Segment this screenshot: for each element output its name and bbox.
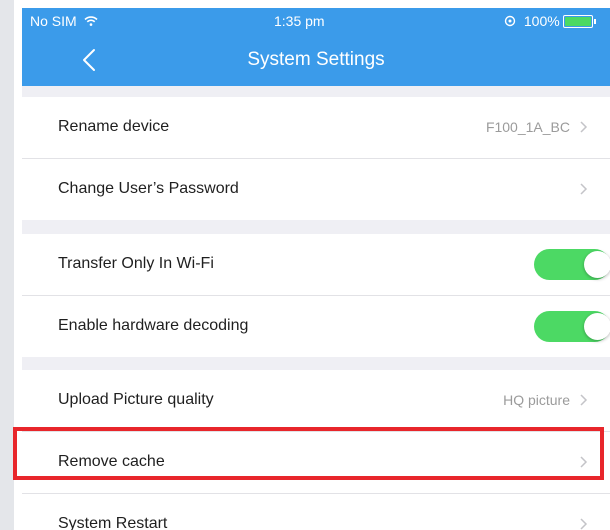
row-label: Change User’s Password xyxy=(58,180,239,197)
chevron-right-icon xyxy=(580,518,588,530)
hardware-decoding-toggle[interactable] xyxy=(534,311,610,342)
settings-group-storage: Upload Picture quality HQ picture Remove… xyxy=(22,370,610,530)
settings-row-change-password[interactable]: Change User’s Password xyxy=(22,159,610,220)
row-label: Enable hardware decoding xyxy=(58,317,249,334)
wifi-only-toggle[interactable] xyxy=(534,249,610,280)
row-value: HQ picture xyxy=(503,392,570,408)
row-label: Upload Picture quality xyxy=(58,391,214,408)
app-left-edge xyxy=(0,0,14,530)
toggle-knob xyxy=(584,251,610,278)
battery-fill xyxy=(565,17,591,26)
carrier-status: No SIM xyxy=(30,13,98,29)
carrier-label: No SIM xyxy=(30,13,77,29)
nav-bar: System Settings xyxy=(22,34,610,86)
settings-row-wifi-only: Transfer Only In Wi-Fi xyxy=(22,234,610,296)
row-label: Rename device xyxy=(58,118,170,135)
settings-group-transfer: Transfer Only In Wi-Fi Enable hardware d… xyxy=(22,234,610,357)
page-title: System Settings xyxy=(247,49,385,70)
settings-row-hardware-decoding: Enable hardware decoding xyxy=(22,296,610,357)
battery-tip xyxy=(594,19,596,24)
status-bar: No SIM 1:35 pm 100% xyxy=(22,8,610,34)
settings-row-picture-quality[interactable]: Upload Picture quality HQ picture xyxy=(22,370,610,432)
chevron-right-icon xyxy=(580,121,588,133)
settings-group-device: Rename device F100_1A_BC Change User’s P… xyxy=(22,97,610,220)
battery-percent: 100% xyxy=(523,13,560,29)
settings-row-rename-device[interactable]: Rename device F100_1A_BC xyxy=(22,97,610,159)
chevron-right-icon xyxy=(580,456,588,468)
wifi-icon xyxy=(84,16,98,26)
row-label: System Restart xyxy=(58,515,168,530)
settings-row-remove-cache[interactable]: Remove cache xyxy=(22,432,610,494)
toggle-knob xyxy=(584,313,610,340)
settings-screen: No SIM 1:35 pm 100% System Settings Rena… xyxy=(22,8,610,530)
status-time: 1:35 pm xyxy=(274,13,325,29)
battery-status: 100% xyxy=(504,13,560,29)
location-icon xyxy=(504,15,516,27)
row-label: Transfer Only In Wi-Fi xyxy=(58,255,214,272)
row-value: F100_1A_BC xyxy=(485,119,570,135)
row-label: Remove cache xyxy=(58,453,165,470)
chevron-right-icon xyxy=(580,183,588,195)
battery-icon xyxy=(563,15,593,28)
settings-row-system-restart[interactable]: System Restart xyxy=(22,494,610,530)
chevron-right-icon xyxy=(580,394,588,406)
